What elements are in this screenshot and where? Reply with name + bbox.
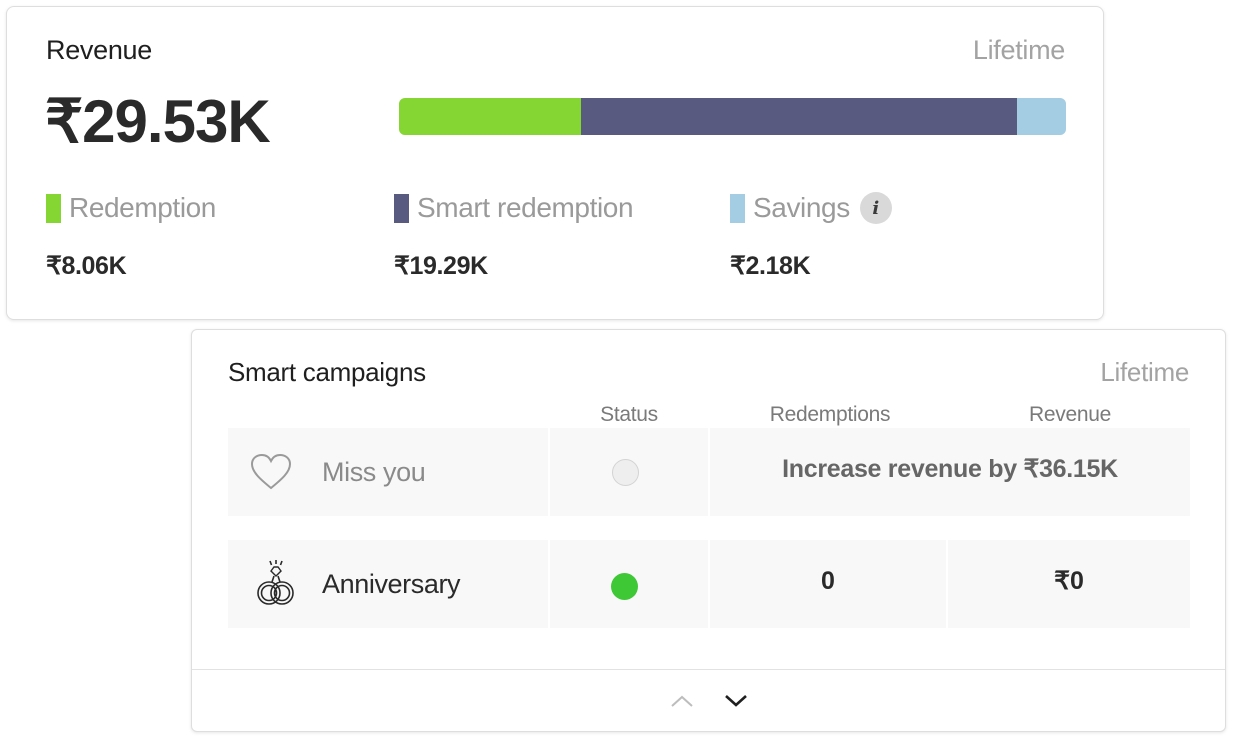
smart-redemption-value: ₹19.29K (394, 252, 488, 280)
savings-swatch (730, 193, 745, 223)
revenue-period-label: Lifetime (972, 35, 1065, 65)
heart-icon (250, 428, 292, 516)
bar-segment-savings (1016, 98, 1066, 135)
smart-redemption-swatch (394, 193, 409, 223)
rings-icon (252, 540, 300, 628)
legend-label-smart-redemption: Smart redemption (417, 192, 634, 223)
column-header-status: Status (600, 403, 658, 426)
bar-segment-redemption (399, 98, 582, 135)
info-icon[interactable]: i (859, 192, 892, 224)
campaigns-period-label: Lifetime (1100, 357, 1189, 387)
campaign-name: Miss you (322, 456, 426, 487)
legend-smart-redemption: Smart redemption (394, 192, 634, 224)
legend-label-savings: Savings (753, 192, 850, 223)
legend-redemption: Redemption (46, 192, 216, 224)
bar-segment-smart-redemption (581, 98, 1017, 135)
column-header-revenue: Revenue (1029, 403, 1111, 426)
smart-campaigns-card: Smart campaigns Lifetime Status Redempti… (191, 329, 1226, 732)
legend-savings: Savings i (730, 192, 892, 224)
campaign-row-miss-you[interactable]: Miss you Increase revenue by ₹36.15K (228, 428, 1190, 516)
chevron-up-icon[interactable] (662, 681, 702, 721)
increase-revenue-message: Increase revenue by ₹36.15K (782, 455, 1118, 483)
redemptions-count: 0 (821, 566, 835, 595)
revenue-total: ₹29.53K (45, 88, 271, 155)
revenue-amount: ₹0 (1054, 567, 1084, 595)
revenue-breakdown-bar (399, 98, 1066, 135)
row-divider (548, 428, 550, 516)
status-toggle[interactable] (611, 572, 638, 600)
column-header-redemptions: Redemptions (769, 403, 891, 426)
legend-label-redemption: Redemption (69, 192, 216, 223)
revenue-card: Revenue Lifetime ₹29.53K Redemption Smar… (6, 6, 1104, 320)
campaign-row-anniversary[interactable]: Anniversary 0 ₹0 (228, 540, 1190, 628)
status-toggle[interactable] (612, 458, 639, 486)
redemption-value: ₹8.06K (46, 252, 127, 280)
pagination-footer (192, 669, 1225, 731)
row-divider (548, 540, 550, 628)
campaign-name: Anniversary (322, 568, 461, 599)
campaigns-title: Smart campaigns (228, 357, 426, 387)
savings-value: ₹2.18K (730, 252, 811, 280)
chevron-down-icon[interactable] (716, 681, 756, 721)
redemption-swatch (46, 193, 61, 223)
revenue-title: Revenue (46, 35, 152, 65)
